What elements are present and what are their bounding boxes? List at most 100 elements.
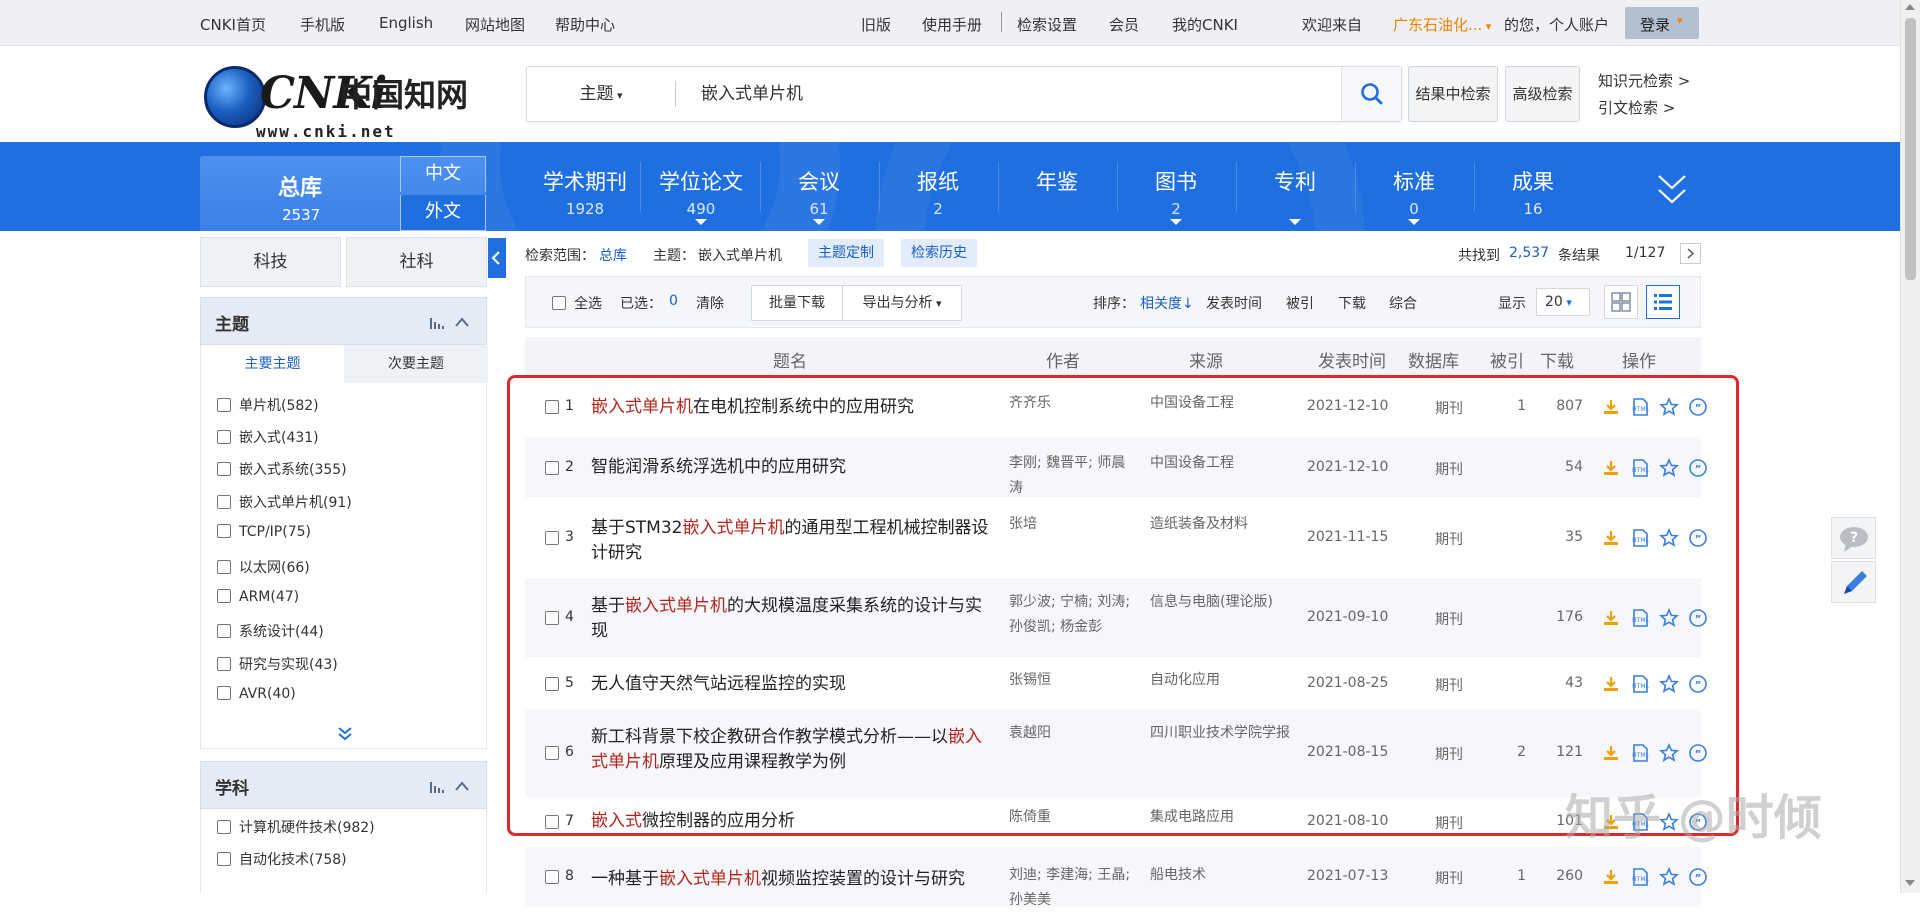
subtab-secondary-topic[interactable]: 次要主题 — [344, 345, 488, 383]
batch-download-button[interactable]: 批量下载 — [751, 285, 843, 321]
tab-social-science[interactable]: 社科 — [346, 237, 487, 287]
link-english[interactable]: English — [379, 14, 433, 32]
search-history-button[interactable]: 检索历史 — [901, 239, 977, 267]
topic-facet-header[interactable]: 主题 — [200, 297, 487, 345]
topic-option[interactable]: AVR(40) — [217, 686, 296, 702]
page-size-select[interactable]: 20 ▾ — [1536, 288, 1590, 316]
link-old-version[interactable]: 旧版 — [861, 14, 891, 35]
tab-yearbooks[interactable]: 年鉴 — [1007, 142, 1107, 231]
topic-option[interactable]: 以太网(66) — [217, 557, 310, 577]
tab-books[interactable]: 图书 2 — [1126, 142, 1226, 231]
chevron-up-icon[interactable] — [455, 317, 469, 327]
tab-achievements[interactable]: 成果 16 — [1483, 142, 1583, 231]
topic-option[interactable]: TCP/IP(75) — [217, 524, 311, 540]
citation-search-link[interactable]: 引文检索 > — [1598, 97, 1675, 118]
sort-relevance[interactable]: 相关度↓ — [1140, 293, 1194, 313]
checkbox[interactable] — [552, 296, 566, 310]
subtab-main-topic[interactable]: 主要主题 — [201, 345, 344, 383]
link-manual[interactable]: 使用手册 — [922, 14, 982, 35]
org-dropdown[interactable]: 广东石油化... ▾ — [1393, 14, 1491, 35]
checkbox[interactable] — [217, 657, 231, 671]
checkbox[interactable] — [217, 686, 231, 700]
next-page-button[interactable] — [1680, 243, 1701, 264]
clear-selection-link[interactable]: 清除 — [696, 293, 724, 313]
feedback-button[interactable]: ? — [1831, 517, 1876, 559]
tab-theses[interactable]: 学位论文 490 — [651, 142, 751, 231]
checkbox[interactable] — [217, 589, 231, 603]
subject-option[interactable]: 计算机硬件技术(982) — [217, 817, 375, 837]
edit-note-button[interactable] — [1831, 561, 1876, 603]
expand-more-icon[interactable] — [337, 725, 353, 741]
checkbox[interactable] — [217, 624, 231, 638]
tab-conferences[interactable]: 会议 61 — [769, 142, 869, 231]
export-analysis-button[interactable]: 导出与分析 ▾ — [842, 285, 962, 321]
chart-icon[interactable] — [429, 780, 445, 794]
checkbox[interactable] — [217, 495, 231, 509]
row-checkbox[interactable] — [545, 870, 559, 884]
topic-option[interactable]: 嵌入式(431) — [217, 427, 319, 447]
article-title-link[interactable]: 一种基于嵌入式单片机视频监控装置的设计与研究 — [591, 867, 996, 892]
chevron-up-icon[interactable] — [455, 781, 469, 791]
tab-science-tech[interactable]: 科技 — [200, 237, 341, 287]
html-read-icon[interactable]: HTML — [1630, 867, 1650, 887]
advanced-search-button[interactable]: 高级检索 — [1505, 66, 1580, 122]
lang-foreign-tab[interactable]: 外文 — [400, 195, 486, 231]
authors[interactable]: 刘迪; 李建海; 王晶; 孙美美 — [1009, 863, 1139, 913]
export-analysis-label: 导出与分析 — [862, 295, 933, 311]
sort-pubdate[interactable]: 发表时间 — [1206, 293, 1262, 313]
search-field-select[interactable]: 主题 ▾ — [527, 67, 675, 121]
citation-count[interactable]: 1 — [1496, 868, 1526, 884]
link-sitemap[interactable]: 网站地图 — [465, 14, 525, 35]
search-input[interactable]: 嵌入式单片机 — [701, 67, 803, 121]
link-membership[interactable]: 会员 — [1109, 14, 1139, 35]
customize-topic-button[interactable]: 主题定制 — [808, 239, 884, 267]
expand-double-chevron-icon[interactable] — [1656, 172, 1688, 206]
vertical-scrollbar[interactable] — [1900, 0, 1920, 893]
sort-downloads[interactable]: 下载 — [1338, 293, 1366, 313]
login-button[interactable]: 登录 ▾ — [1625, 7, 1699, 39]
knowledge-search-link[interactable]: 知识元检索 > — [1598, 70, 1690, 91]
checkbox[interactable] — [217, 852, 231, 866]
favorite-star-icon[interactable] — [1659, 867, 1679, 887]
topic-option[interactable]: 嵌入式单片机(91) — [217, 492, 352, 512]
lang-chinese-tab[interactable]: 中文 — [400, 156, 486, 192]
link-cnki-home[interactable]: CNKI首页 — [200, 14, 266, 35]
checkbox[interactable] — [217, 820, 231, 834]
topic-option[interactable]: 单片机(582) — [217, 395, 319, 415]
list-view-button[interactable] — [1646, 285, 1680, 319]
tab-journals[interactable]: 学术期刊 1928 — [535, 142, 635, 231]
grid-view-button[interactable] — [1604, 285, 1638, 319]
checkbox[interactable] — [217, 398, 231, 412]
result-search-button[interactable]: 结果中检索 — [1408, 66, 1498, 122]
checkbox[interactable] — [217, 524, 231, 538]
tab-patents[interactable]: 专利 — [1245, 142, 1345, 231]
chart-icon[interactable] — [429, 316, 445, 330]
scrollbar-thumb[interactable] — [1905, 18, 1916, 280]
checkbox[interactable] — [217, 462, 231, 476]
link-search-settings[interactable]: 检索设置 — [1017, 14, 1077, 35]
checkbox[interactable] — [217, 560, 231, 574]
checkbox[interactable] — [217, 430, 231, 444]
link-mobile[interactable]: 手机版 — [300, 14, 345, 35]
sort-citations[interactable]: 被引 — [1286, 293, 1314, 313]
tab-newspapers[interactable]: 报纸 2 — [888, 142, 988, 231]
select-all[interactable]: 全选 — [552, 293, 602, 313]
collapse-sidebar-button[interactable] — [488, 238, 506, 278]
link-help[interactable]: 帮助中心 — [555, 14, 615, 35]
tab-standards[interactable]: 标准 0 — [1364, 142, 1464, 231]
scroll-up-arrow-icon[interactable] — [1905, 4, 1915, 10]
link-my-cnki[interactable]: 我的CNKI — [1172, 14, 1238, 35]
topic-option[interactable]: 研究与实现(43) — [217, 654, 338, 674]
search-button[interactable] — [1341, 67, 1401, 121]
source-journal[interactable]: 船电技术 — [1150, 863, 1295, 888]
scope-value[interactable]: 总库 — [599, 245, 627, 265]
topic-option[interactable]: 嵌入式系统(355) — [217, 459, 347, 479]
sort-composite[interactable]: 综合 — [1389, 293, 1417, 313]
cite-quote-icon[interactable]: ” — [1688, 867, 1708, 887]
subject-option[interactable]: 自动化技术(758) — [217, 849, 347, 869]
download-icon[interactable] — [1601, 867, 1621, 887]
subject-facet-header[interactable]: 学科 — [200, 761, 487, 809]
topic-option[interactable]: 系统设计(44) — [217, 621, 324, 641]
topic-option[interactable]: ARM(47) — [217, 589, 299, 605]
scroll-down-arrow-icon[interactable] — [1905, 880, 1915, 886]
